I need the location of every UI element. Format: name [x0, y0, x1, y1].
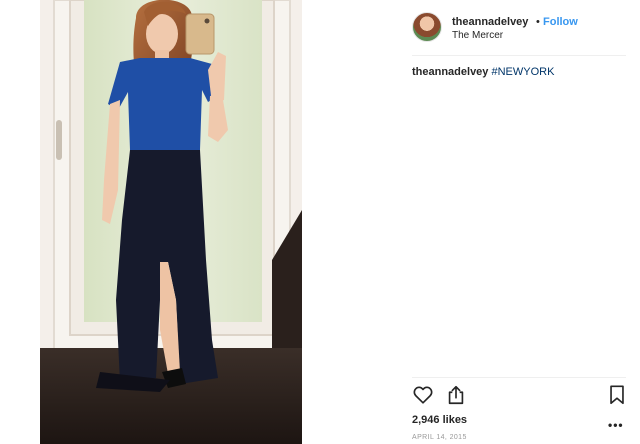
header-divider — [412, 55, 626, 56]
instagram-post: theannadelvey • Follow The Mercer theann… — [0, 0, 640, 444]
mirror-selfie-image — [40, 0, 302, 444]
post-caption: theannadelvey #NEWYORK — [412, 66, 554, 78]
post-date[interactable]: APRIL 14, 2015 — [412, 434, 467, 441]
username-link[interactable]: theannadelvey — [452, 16, 528, 28]
more-options-icon[interactable]: ••• — [608, 418, 624, 432]
post-photo[interactable] — [40, 0, 302, 444]
action-bar — [412, 384, 628, 408]
bookmark-icon[interactable] — [606, 384, 628, 406]
separator-dot: • — [536, 16, 540, 28]
post-header: theannadelvey • Follow The Mercer — [412, 12, 628, 44]
follow-button[interactable]: Follow — [543, 16, 578, 28]
actions-divider — [412, 377, 626, 378]
heart-icon[interactable] — [412, 384, 434, 406]
hashtag-link[interactable]: #NEWYORK — [491, 66, 554, 78]
location-link[interactable]: The Mercer — [452, 30, 503, 41]
likes-count[interactable]: 2,946 likes — [412, 414, 467, 426]
share-icon[interactable] — [445, 384, 467, 406]
post-sidebar: theannadelvey • Follow The Mercer theann… — [412, 0, 628, 444]
avatar[interactable] — [412, 12, 442, 42]
caption-username-link[interactable]: theannadelvey — [412, 66, 488, 78]
